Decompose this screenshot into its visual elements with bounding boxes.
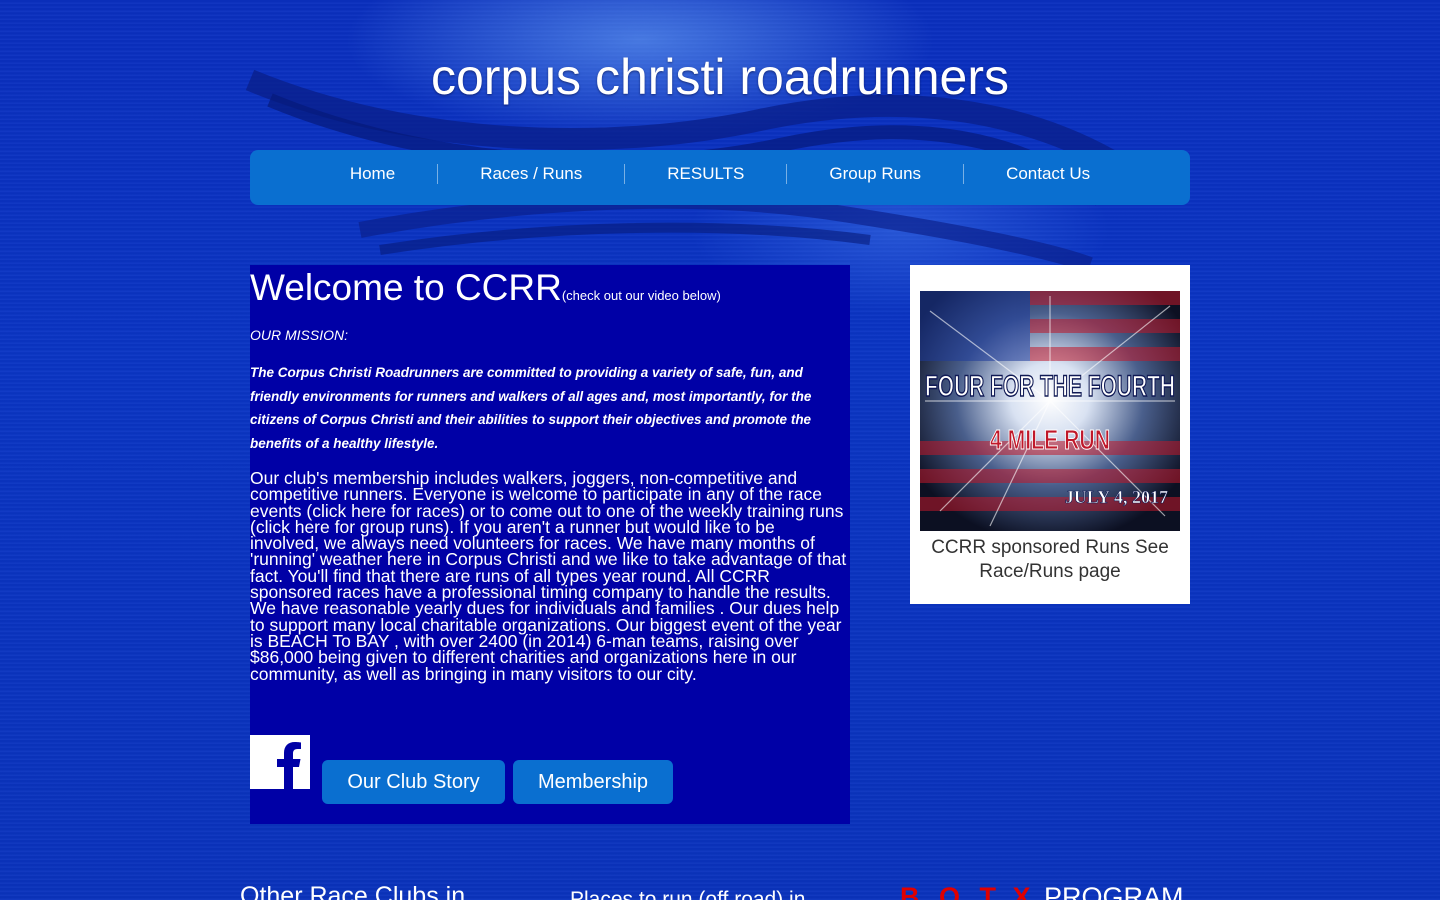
nav-results[interactable]: RESULTS — [625, 163, 788, 184]
other-race-clubs-heading: Other Race Clubs in — [240, 882, 466, 900]
main-navigation: Home Races / Runs RESULTS Group Runs Con… — [250, 150, 1190, 205]
promo-title: FOUR FOR THE FOURTH — [925, 370, 1175, 403]
program-label: PROGRAM — [1036, 882, 1184, 900]
welcome-section: Welcome to CCRR(check out our video belo… — [250, 265, 850, 824]
places-to-run-heading: Places to run (off road) in — [570, 888, 806, 900]
mission-label: OUR MISSION: — [250, 327, 349, 343]
featured-race-card: FOUR FOR THE FOURTH 4 MILE RUN JULY 4, 2… — [910, 265, 1190, 604]
our-club-story-button[interactable]: Our Club Story — [322, 760, 505, 804]
welcome-subtitle: (check out our video below) — [561, 288, 721, 303]
nav-home[interactable]: Home — [308, 163, 439, 184]
dues-paragraph: We have reasonable yearly dues for indiv… — [250, 598, 842, 684]
promo-date: JULY 4, 2017 — [1065, 487, 1168, 507]
promo-subtitle: 4 MILE RUN — [990, 424, 1110, 455]
promo-caption: CCRR sponsored Runs See Race/Runs page — [931, 537, 1169, 582]
mission-text: The Corpus Christi Roadrunners are commi… — [250, 365, 812, 451]
nav-races-runs[interactable]: Races / Runs — [438, 163, 626, 184]
membership-paragraph: Our club's membership includes walkers, … — [250, 468, 847, 603]
four-for-the-fourth-promo-image[interactable]: FOUR FOR THE FOURTH 4 MILE RUN JULY 4, 2… — [920, 291, 1180, 531]
welcome-heading: Welcome to CCRR(check out our video belo… — [250, 267, 721, 309]
botx-label: B.O.T.X — [900, 882, 1037, 900]
welcome-title: Welcome to CCRR — [250, 267, 562, 308]
nav-contact-us[interactable]: Contact Us — [964, 164, 1132, 184]
facebook-icon[interactable] — [250, 735, 310, 789]
membership-button[interactable]: Membership — [513, 760, 673, 804]
botx-program-heading: B.O.T.X PROGRAM — [900, 882, 1184, 900]
site-title: corpus christi roadrunners — [430, 49, 1010, 105]
club-description: Our club's membership includes walkers, … — [250, 468, 848, 684]
nav-group-runs[interactable]: Group Runs — [787, 163, 965, 184]
